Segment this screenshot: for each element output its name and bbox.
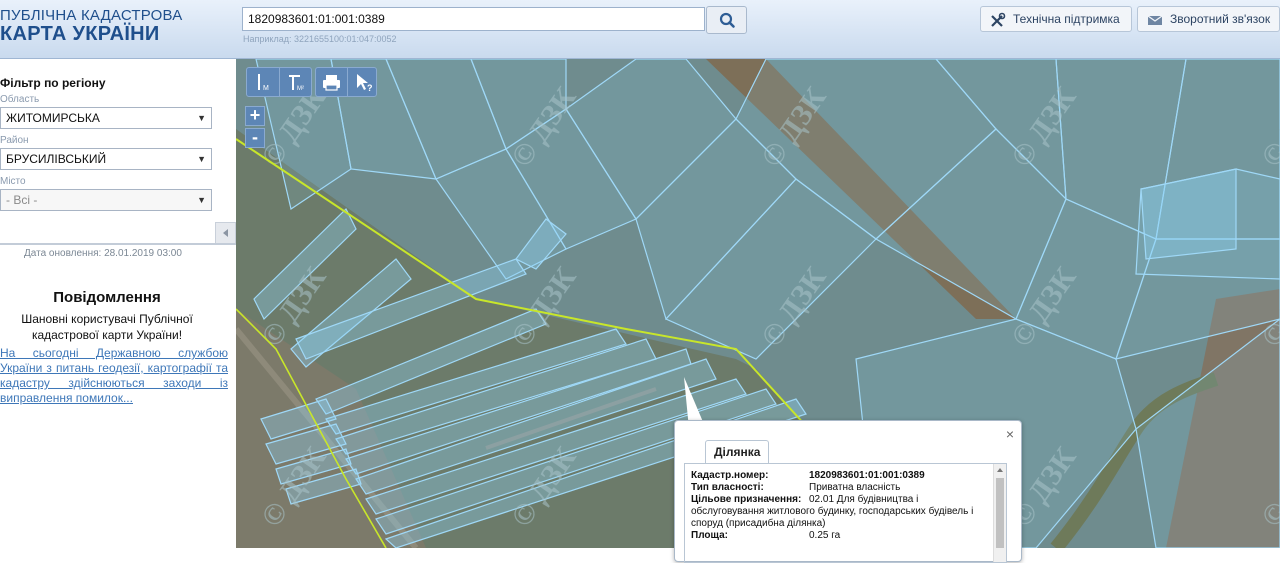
divider: [0, 243, 236, 245]
feedback-label: Зворотний зв'язок: [1170, 12, 1271, 26]
scroll-thumb[interactable]: [996, 478, 1004, 548]
sidebar: Фільтр по регіону Область ЖИТОМИРСЬКА ▼ …: [0, 59, 236, 548]
brand-line1: ПУБЛІЧНА КАДАСТРОВА: [0, 7, 183, 24]
dropdown-arrow-icon: ▼: [197, 195, 206, 205]
rayon-label: Район: [0, 135, 29, 146]
scroll-up-icon[interactable]: [994, 464, 1006, 476]
info-row-area: Площа: 0.25 га: [691, 530, 991, 542]
parcel-info: Кадастр.номер: 1820983601:01:001:0389 Ти…: [691, 470, 991, 542]
info-value: 0.25 га: [809, 530, 841, 541]
identify-button[interactable]: ?: [348, 68, 378, 96]
svg-text:?: ?: [367, 83, 373, 93]
dropdown-arrow-icon: ▼: [197, 113, 206, 123]
close-icon[interactable]: ×: [1006, 426, 1014, 442]
info-value: 02.01 Для будівництва і: [809, 494, 919, 505]
info-row-cadastral: Кадастр.номер: 1820983601:01:001:0389: [691, 470, 991, 482]
identify-icon: ?: [357, 74, 373, 93]
info-value: Приватна власність: [809, 482, 901, 493]
measure-toolbar: M M²: [246, 67, 312, 97]
notice-text: Шановні користувачі Публічної кадастрово…: [21, 312, 193, 342]
map-toolbar: ?: [315, 67, 377, 97]
brand-line2: КАРТА УКРАЇНИ: [0, 23, 160, 45]
info-value: 1820983601:01:001:0389: [809, 470, 925, 481]
collapse-sidebar-button[interactable]: [215, 222, 236, 244]
tools-icon: [991, 12, 1006, 27]
info-row-ownership: Тип власності: Приватна власність: [691, 482, 991, 494]
print-icon: [323, 75, 340, 91]
update-date: Дата оновлення: 28.01.2019 03:00: [24, 248, 182, 259]
ruler-area-icon: M²: [289, 75, 304, 92]
svg-text:M²: M²: [297, 86, 304, 92]
oblast-value: ЖИТОМИРСЬКА: [6, 111, 100, 125]
chevron-left-icon: [223, 229, 228, 237]
city-select[interactable]: - Всі - ▼: [0, 189, 212, 211]
info-row-purpose: Цільове призначення: 02.01 Для будівницт…: [691, 494, 991, 506]
zoom-in-button[interactable]: +: [245, 106, 265, 126]
print-button[interactable]: [316, 68, 348, 96]
notice-link[interactable]: На сьогодні Державною службою України з …: [0, 346, 228, 406]
svg-text:M: M: [263, 85, 269, 92]
support-label: Технічна підтримка: [1013, 12, 1120, 26]
city-label: Місто: [0, 176, 26, 187]
measure-area-button[interactable]: M²: [280, 68, 312, 96]
app-header: ПУБЛІЧНА КАДАСТРОВА КАРТА УКРАЇНИ Наприк…: [0, 0, 1280, 59]
rayon-select[interactable]: БРУСИЛІВСЬКИЙ ▼: [0, 148, 212, 170]
tab-parcel[interactable]: Ділянка: [705, 440, 770, 463]
city-value: - Всі -: [6, 193, 38, 207]
dropdown-arrow-icon: ▼: [197, 154, 206, 164]
parcel-popup: × Ділянка Кадастр.номер: 1820983601:01:0…: [674, 420, 1022, 563]
measure-length-button[interactable]: M: [247, 68, 280, 96]
popup-scrollbar[interactable]: [993, 464, 1006, 562]
notice-title: Повідомлення: [53, 289, 161, 306]
feedback-button[interactable]: Зворотний зв'язок: [1137, 6, 1280, 32]
info-key: Кадастр.номер:: [691, 470, 769, 481]
oblast-select[interactable]: ЖИТОМИРСЬКА ▼: [0, 107, 212, 129]
parcel-info-panel: Кадастр.номер: 1820983601:01:001:0389 Ти…: [684, 463, 1007, 563]
envelope-icon: [1147, 15, 1163, 25]
rayon-value: БРУСИЛІВСЬКИЙ: [6, 152, 107, 166]
search-icon: [719, 12, 735, 28]
search-input[interactable]: [242, 7, 705, 31]
ruler-m-icon: M: [258, 74, 269, 92]
search-hint: Наприклад: 3221655100:01:047:0052: [243, 34, 397, 44]
oblast-label: Область: [0, 94, 40, 105]
info-key: Тип власності:: [691, 482, 764, 493]
search-button[interactable]: [706, 6, 747, 34]
app-logo[interactable]: ПУБЛІЧНА КАДАСТРОВА КАРТА УКРАЇНИ: [0, 8, 182, 44]
filter-title: Фільтр по регіону: [0, 76, 106, 90]
support-button[interactable]: Технічна підтримка: [980, 6, 1132, 32]
info-purpose-continued: обслуговування житлового будинку, господ…: [691, 506, 974, 529]
zoom-out-button[interactable]: -: [245, 128, 265, 148]
info-key: Площа:: [691, 530, 728, 541]
info-key: Цільове призначення:: [691, 494, 802, 505]
